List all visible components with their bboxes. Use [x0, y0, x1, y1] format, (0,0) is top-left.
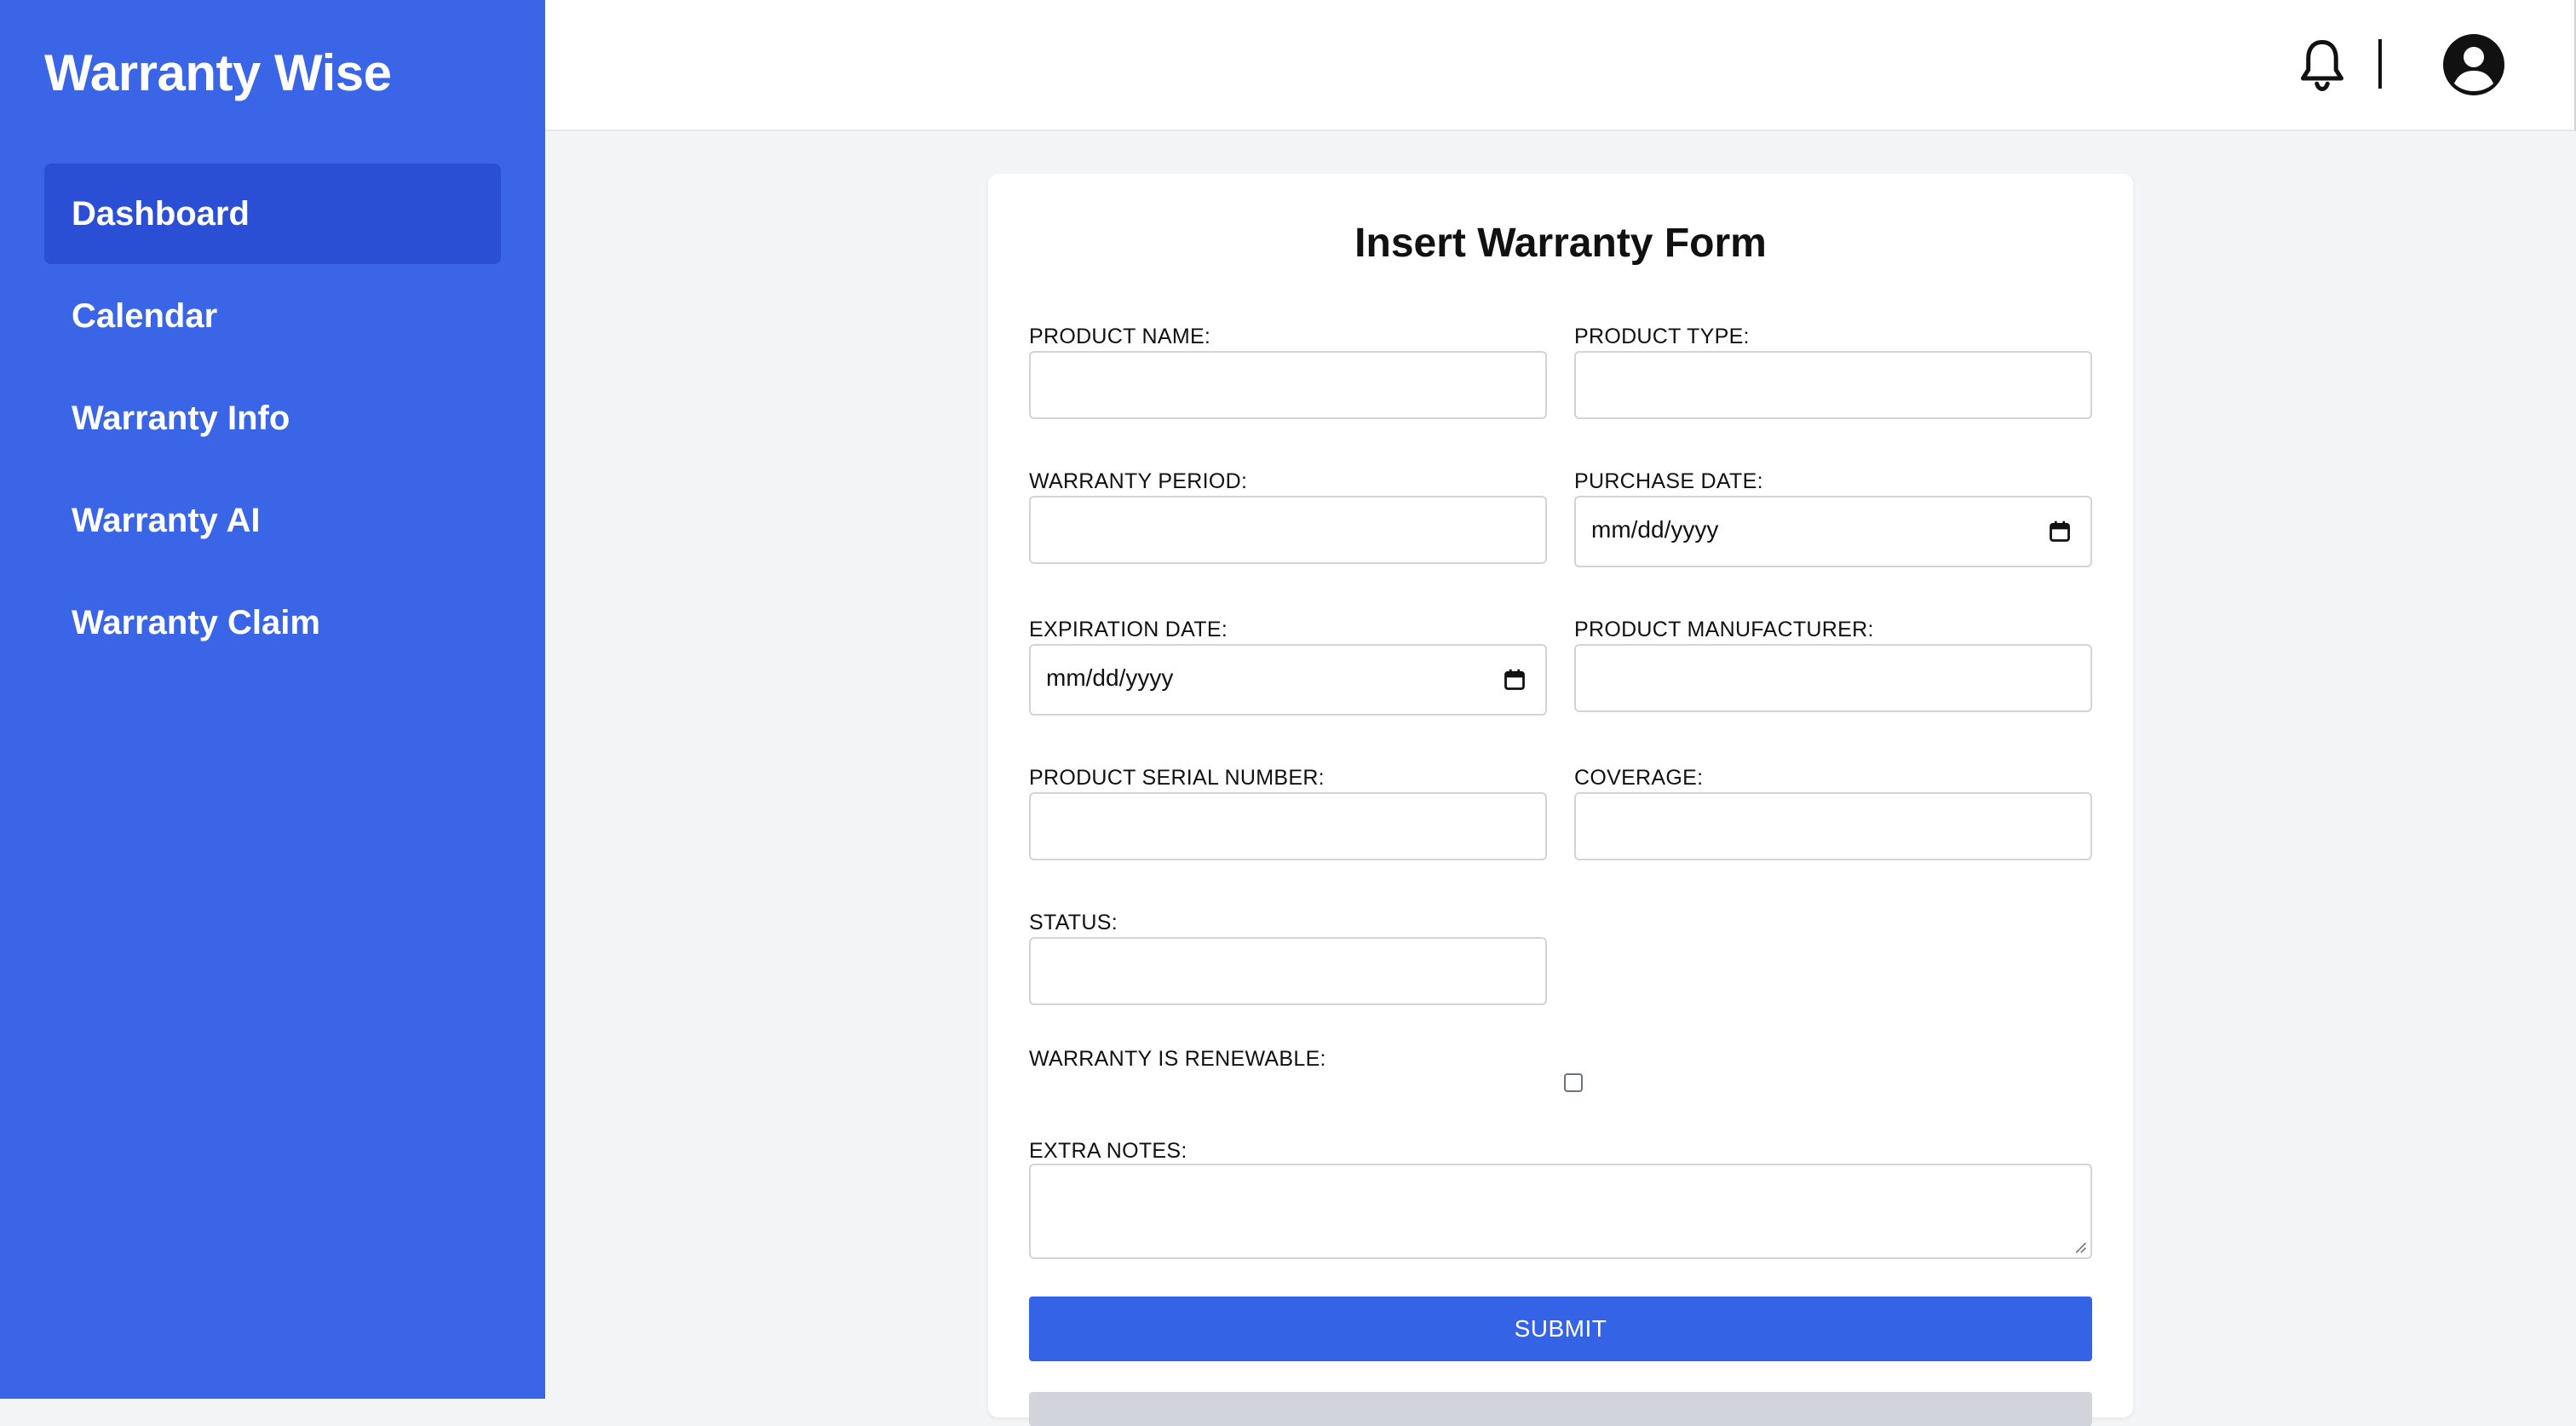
form-title: Insert Warranty Form: [1354, 221, 1767, 266]
product-name-label: PRODUCT NAME:: [1029, 325, 1211, 348]
purchase-date-placeholder: mm/dd/yyyy: [1591, 516, 1719, 543]
sidebar-item-calendar[interactable]: Calendar: [44, 266, 501, 366]
extra-notes-label: EXTRA NOTES:: [1029, 1139, 1187, 1163]
expiration-date-input[interactable]: mm/dd/yyyy: [1029, 644, 1547, 716]
coverage-input[interactable]: [1574, 792, 2092, 860]
product-manufacturer-input[interactable]: [1574, 644, 2092, 712]
renewable-checkbox[interactable]: [1564, 1073, 1583, 1092]
warranty-period-label: WARRANTY PERIOD:: [1029, 469, 1248, 493]
user-avatar-icon[interactable]: [2443, 34, 2504, 95]
status-label: STATUS:: [1029, 911, 1118, 934]
calendar-icon[interactable]: [2048, 520, 2072, 543]
purchase-date-label: PURCHASE DATE:: [1574, 469, 1763, 493]
sidebar: Warranty Wise Dashboard Calendar Warrant…: [0, 0, 545, 1399]
coverage-label: COVERAGE:: [1574, 766, 1704, 790]
bell-icon[interactable]: [2297, 36, 2348, 95]
calendar-icon[interactable]: [1503, 668, 1527, 692]
sidebar-nav: Dashboard Calendar Warranty Info Warrant…: [44, 164, 501, 675]
renewable-label: WARRANTY IS RENEWABLE:: [1029, 1047, 1326, 1071]
resize-handle-icon[interactable]: [2073, 1240, 2087, 1254]
secondary-button[interactable]: [1029, 1392, 2092, 1426]
status-input[interactable]: [1029, 937, 1547, 1005]
app-title: Warranty Wise: [44, 44, 392, 101]
sidebar-item-dashboard[interactable]: Dashboard: [44, 164, 501, 264]
sidebar-item-warranty-ai[interactable]: Warranty AI: [44, 470, 501, 571]
warranty-period-input[interactable]: [1029, 496, 1547, 564]
sidebar-item-warranty-claim[interactable]: Warranty Claim: [44, 572, 501, 673]
product-serial-number-label: PRODUCT SERIAL NUMBER:: [1029, 766, 1325, 790]
product-manufacturer-label: PRODUCT MANUFACTURER:: [1574, 618, 1874, 641]
product-name-input[interactable]: [1029, 351, 1547, 419]
product-type-label: PRODUCT TYPE:: [1574, 325, 1750, 348]
header-divider: [2378, 39, 2382, 89]
submit-button[interactable]: SUBMIT: [1029, 1297, 2092, 1361]
product-serial-number-input[interactable]: [1029, 792, 1547, 860]
extra-notes-textarea[interactable]: [1029, 1164, 2092, 1259]
insert-warranty-form: Insert Warranty Form PRODUCT NAME: PRODU…: [988, 174, 2133, 1426]
expiration-date-label: EXPIRATION DATE:: [1029, 618, 1228, 641]
expiration-date-placeholder: mm/dd/yyyy: [1046, 664, 1174, 691]
top-bar: [545, 0, 2576, 131]
purchase-date-input[interactable]: mm/dd/yyyy: [1574, 496, 2092, 567]
sidebar-item-warranty-info[interactable]: Warranty Info: [44, 368, 501, 469]
product-type-input[interactable]: [1574, 351, 2092, 419]
